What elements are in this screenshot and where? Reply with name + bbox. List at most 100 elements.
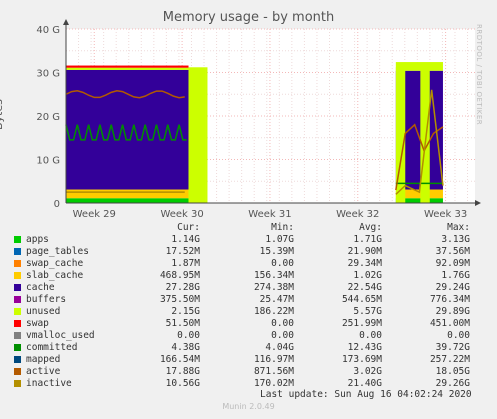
chart-plot: 0 10 G 20 G 30 G 40 G Week 29 Week 30 Week 31 We… — [36, 19, 481, 220]
area-apps — [66, 198, 189, 203]
x-tick-label: Week 29 — [73, 209, 116, 220]
legend-avg-value: 251.99M — [341, 318, 382, 329]
area-unused — [66, 67, 189, 70]
y-tick-label: 20 G — [36, 112, 60, 123]
legend-max-value: 39.72G — [435, 342, 470, 353]
legend-min-value: 156.34M — [253, 270, 294, 281]
legend-cur-value: 166.54M — [159, 354, 200, 365]
header-cur: Cur: — [177, 222, 200, 233]
legend-swatch — [14, 272, 21, 279]
area-unused-spike — [205, 67, 208, 203]
area-unused-gap — [188, 67, 206, 203]
y-tick-label: 0 — [54, 199, 60, 210]
legend-min-value: 186.22M — [253, 306, 294, 317]
y-tick-label: 30 G — [36, 69, 60, 80]
legend-row-committed: committed 4.38G 4.04G 12.43G 39.72G — [0, 342, 497, 354]
legend-label: swap_cache — [26, 258, 84, 269]
legend-cur-value: 2.15G — [171, 306, 200, 317]
x-tick-label: Week 30 — [160, 209, 203, 220]
area-unused-w33b — [420, 67, 430, 203]
legend-cur-value: 1.87M — [171, 258, 200, 269]
legend-swatch — [14, 380, 21, 387]
legend-max-value: 257.22M — [429, 354, 470, 365]
legend-label: active — [26, 366, 61, 377]
legend-label: apps — [26, 234, 49, 245]
legend-avg-value: 0.00 — [359, 330, 382, 341]
x-tick-label: Week 32 — [336, 209, 379, 220]
header-avg: Avg: — [359, 222, 382, 233]
legend-label: swap — [26, 318, 49, 329]
legend-cur-value: 51.50M — [165, 318, 200, 329]
legend-label: page_tables — [26, 246, 89, 257]
legend-cur-value: 17.52M — [165, 246, 200, 257]
legend-avg-value: 173.69M — [341, 354, 382, 365]
legend-row-mapped: mapped 166.54M 116.97M 173.69M 257.22M — [0, 354, 497, 366]
legend-row-apps: apps 1.14G 1.07G 1.71G 3.13G — [0, 234, 497, 246]
legend-swatch — [14, 332, 21, 339]
legend-label: slab_cache — [26, 270, 84, 281]
legend-max-value: 18.05G — [435, 366, 470, 377]
legend-label: inactive — [26, 378, 72, 389]
x-tick-label: Week 33 — [424, 209, 467, 220]
legend-label: vmalloc_used — [26, 330, 95, 341]
legend-row-swap-cache: swap_cache 1.87M 0.00 29.34M 92.09M — [0, 258, 497, 270]
legend-avg-value: 21.90M — [347, 246, 382, 257]
header-min: Min: — [271, 222, 294, 233]
legend-avg-value: 544.65M — [341, 294, 382, 305]
legend-min-value: 4.04G — [265, 342, 294, 353]
legend-swatch — [14, 260, 21, 267]
legend-cur-value: 468.95M — [159, 270, 200, 281]
legend-avg-value: 1.02G — [353, 270, 382, 281]
legend-max-value: 37.56M — [435, 246, 470, 257]
legend-avg-value: 3.02G — [353, 366, 382, 377]
legend-label: unused — [26, 306, 61, 317]
area-cache — [66, 69, 189, 190]
legend-label: buffers — [26, 294, 67, 305]
legend-label: committed — [26, 342, 78, 353]
legend-row-buffers: buffers 375.50M 25.47M 544.65M 776.34M — [0, 294, 497, 306]
legend-min-value: 871.56M — [253, 366, 294, 377]
legend-min-value: 25.47M — [259, 294, 294, 305]
legend-max-value: 3.13G — [441, 234, 470, 245]
legend-min-value: 0.00 — [271, 330, 294, 341]
legend-min-value: 274.38M — [253, 282, 294, 293]
legend-cur-value: 1.14G — [171, 234, 200, 245]
area-swap — [66, 65, 189, 68]
legend-max-value: 1.76G — [441, 270, 470, 281]
legend-max-value: 29.26G — [435, 378, 470, 389]
legend-min-value: 0.00 — [271, 258, 294, 269]
legend-swatch — [14, 248, 21, 255]
legend-row-swap: swap 51.50M 0.00 251.99M 451.00M — [0, 318, 497, 330]
legend-min-value: 15.39M — [259, 246, 294, 257]
legend-row-active: active 17.88G 871.56M 3.02G 18.05G — [0, 366, 497, 378]
legend-avg-value: 22.54G — [347, 282, 382, 293]
legend-min-value: 170.02M — [253, 378, 294, 389]
legend-swatch — [14, 356, 21, 363]
legend-row-cache: cache 27.28G 274.38M 22.54G 29.24G — [0, 282, 497, 294]
legend-swatch — [14, 320, 21, 327]
legend-swatch — [14, 344, 21, 351]
header-max: Max: — [447, 222, 470, 233]
legend-min-value: 1.07G — [265, 234, 294, 245]
munin-graph: Memory usage - by month Bytes RRDTOOL / … — [0, 0, 497, 419]
legend-cur-value: 375.50M — [159, 294, 200, 305]
legend-cur-value: 0.00 — [177, 330, 200, 341]
legend-avg-value: 1.71G — [353, 234, 382, 245]
legend-max-value: 29.24G — [435, 282, 470, 293]
legend-avg-value: 21.40G — [347, 378, 382, 389]
legend-max-value: 92.09M — [435, 258, 470, 269]
legend-max-value: 776.34M — [429, 294, 470, 305]
legend-swatch — [14, 368, 21, 375]
x-axis-arrow — [475, 200, 481, 206]
legend-label: cache — [26, 282, 55, 293]
legend-row-slab-cache: slab_cache 468.95M 156.34M 1.02G 1.76G — [0, 270, 497, 282]
legend-swatch — [14, 308, 21, 315]
legend-min-value: 116.97M — [253, 354, 294, 365]
legend-max-value: 451.00M — [429, 318, 470, 329]
legend-min-value: 0.00 — [271, 318, 294, 329]
legend-cur-value: 10.56G — [165, 378, 200, 389]
legend-max-value: 29.89G — [435, 306, 470, 317]
legend-cur-value: 4.38G — [171, 342, 200, 353]
munin-version: Munin 2.0.49 — [222, 402, 275, 411]
y-tick-label: 10 G — [36, 156, 60, 167]
